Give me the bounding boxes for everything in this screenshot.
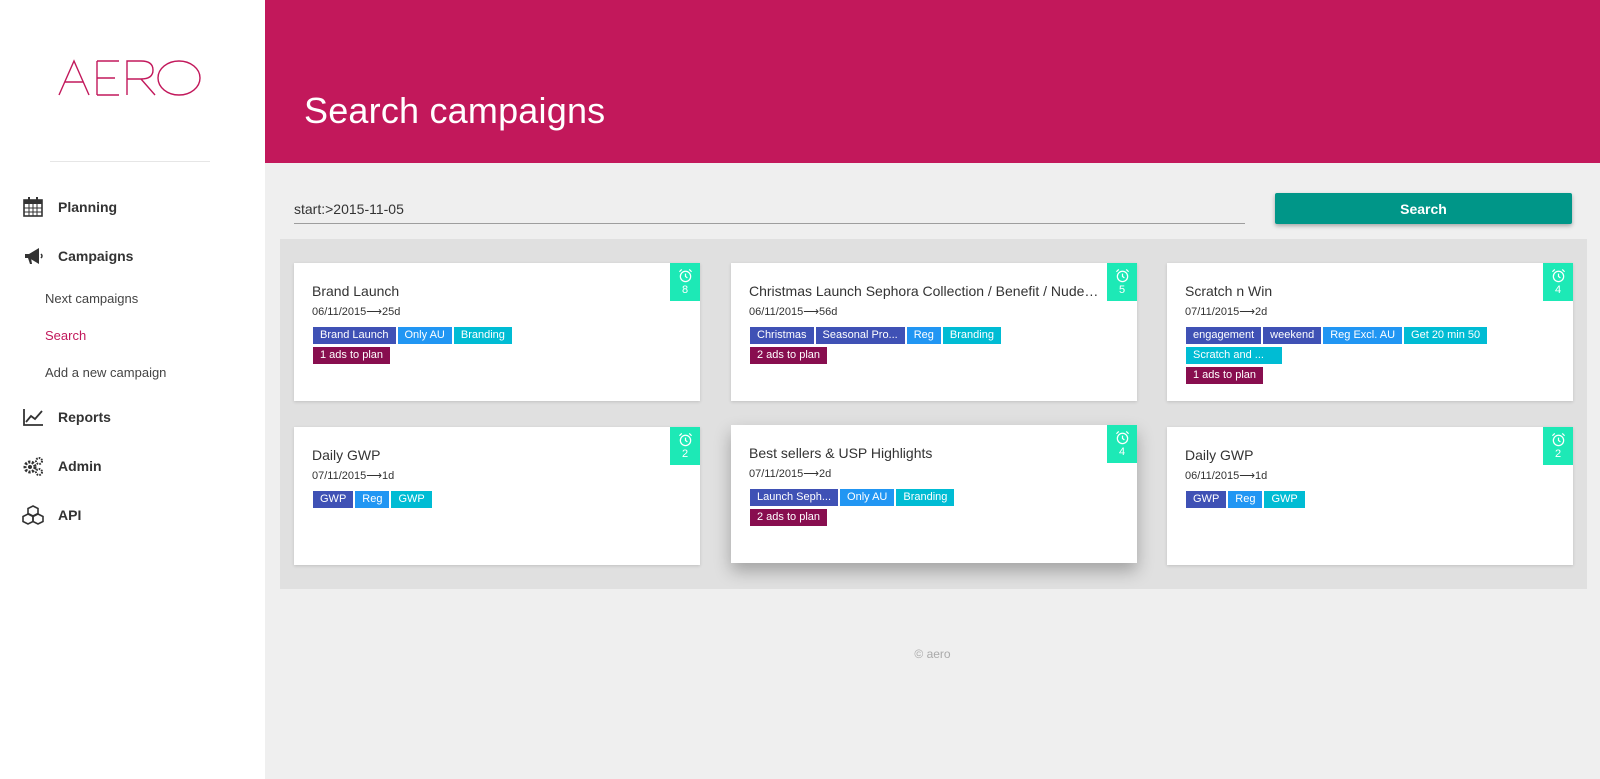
campaign-tag: Only AU xyxy=(840,489,895,506)
sidebar-item-campaigns[interactable]: Campaigns xyxy=(22,243,133,269)
alarm-count: 5 xyxy=(1118,284,1126,296)
alarm-count: 2 xyxy=(1554,448,1562,460)
campaign-title: Christmas Launch Sephora Collection / Be… xyxy=(749,283,1099,299)
alarm-count: 4 xyxy=(1118,446,1126,458)
campaign-tag: GWP xyxy=(313,491,354,508)
campaign-tag: Branding xyxy=(942,327,1001,344)
campaign-card[interactable]: Brand Launch 06/11/2015⟶25d Brand Launch… xyxy=(294,263,700,401)
campaign-dates: 07/11/2015⟶2d xyxy=(749,468,832,480)
sidebar-item-reports[interactable]: Reports xyxy=(22,404,111,430)
campaign-tag: Reg Excl. AU xyxy=(1323,327,1403,344)
campaign-dates: 06/11/2015⟶56d xyxy=(749,306,838,318)
campaign-title: Daily GWP xyxy=(1185,447,1254,463)
footer-copyright: © aero xyxy=(914,647,951,661)
campaign-tags: Christmas Seasonal Pro... Reg Branding xyxy=(750,327,1090,344)
campaign-tag: GWP xyxy=(1264,491,1305,508)
campaign-tag: Only AU xyxy=(397,327,452,344)
campaign-tag: GWP xyxy=(391,491,432,508)
sidebar-item-planning[interactable]: Planning xyxy=(22,194,117,220)
alarm-badge: 5 xyxy=(1107,263,1137,301)
sidebar-item-label: Planning xyxy=(58,199,118,215)
campaign-dates: 06/11/2015⟶25d xyxy=(312,306,401,318)
campaign-tag: Seasonal Pro... xyxy=(815,327,905,344)
alarm-clock-icon xyxy=(1115,430,1129,445)
campaign-tags: GWP Reg GWP xyxy=(313,491,653,508)
campaign-card[interactable]: Daily GWP 07/11/2015⟶1d GWP Reg GWP 2 xyxy=(294,427,700,565)
search-button[interactable]: Search xyxy=(1275,193,1572,224)
campaign-tag: Launch Seph... xyxy=(750,489,839,506)
ads-to-plan-badge: 2 ads to plan xyxy=(750,509,827,526)
alarm-clock-icon xyxy=(678,268,692,283)
campaign-card[interactable]: Christmas Launch Sephora Collection / Be… xyxy=(731,263,1137,401)
sidebar-subitem-add-campaign[interactable]: Add a new campaign xyxy=(45,365,166,380)
alarm-badge: 2 xyxy=(1543,427,1573,465)
sidebar-item-label: Reports xyxy=(58,409,111,425)
campaign-title: Best sellers & USP Highlights xyxy=(749,445,933,461)
ads-to-plan-badge: 1 ads to plan xyxy=(1186,367,1263,384)
campaign-card[interactable]: Daily GWP 06/11/2015⟶1d GWP Reg GWP 2 xyxy=(1167,427,1573,565)
alarm-count: 2 xyxy=(681,448,689,460)
campaign-tag: Scratch and ... xyxy=(1186,347,1282,364)
chart-icon xyxy=(22,406,44,428)
campaign-tags: engagement weekend Reg Excl. AU Get 20 m… xyxy=(1186,327,1526,364)
results-panel: Brand Launch 06/11/2015⟶25d Brand Launch… xyxy=(280,239,1587,589)
alarm-badge: 4 xyxy=(1543,263,1573,301)
calendar-icon xyxy=(22,196,44,218)
campaign-title: Daily GWP xyxy=(312,447,381,463)
campaign-tag: Branding xyxy=(896,489,955,506)
campaign-dates: 07/11/2015⟶1d xyxy=(312,470,395,482)
page-title: Search campaigns xyxy=(304,90,606,131)
aero-logo[interactable] xyxy=(57,58,203,98)
aero-logo-mark xyxy=(58,59,201,96)
sidebar-item-api[interactable]: API xyxy=(22,502,81,528)
sidebar-subitem-next-campaigns[interactable]: Next campaigns xyxy=(45,291,138,306)
campaign-tag: Reg xyxy=(355,491,390,508)
alarm-badge: 2 xyxy=(670,427,700,465)
campaign-tag: Reg xyxy=(1228,491,1263,508)
megaphone-icon xyxy=(22,245,44,267)
campaign-tags: Launch Seph... Only AU Branding xyxy=(750,489,1090,506)
alarm-clock-icon xyxy=(678,432,692,447)
logo-divider xyxy=(50,161,210,162)
sidebar-subitem-search[interactable]: Search xyxy=(45,328,86,343)
campaign-dates: 06/11/2015⟶1d xyxy=(1185,470,1268,482)
campaign-card[interactable]: Scratch n Win 07/11/2015⟶2d engagement w… xyxy=(1167,263,1573,401)
alarm-badge: 8 xyxy=(670,263,700,301)
campaign-tag: Reg xyxy=(906,327,941,344)
sidebar: Planning Campaigns Next campaigns Search… xyxy=(0,0,265,779)
search-input[interactable] xyxy=(294,195,1245,224)
campaign-tag: engagement xyxy=(1186,327,1262,344)
campaign-tag: Get 20 min 50 xyxy=(1404,327,1488,344)
campaign-title: Scratch n Win xyxy=(1185,283,1273,299)
alarm-count: 4 xyxy=(1554,284,1562,296)
alarm-clock-icon xyxy=(1551,268,1565,283)
sidebar-item-label: Campaigns xyxy=(58,248,134,264)
alarm-clock-icon xyxy=(1115,268,1129,283)
campaign-tag: Brand Launch xyxy=(313,327,396,344)
ads-to-plan-badge: 2 ads to plan xyxy=(750,347,827,364)
page-header: Search campaigns xyxy=(265,0,1600,163)
alarm-badge: 4 xyxy=(1107,425,1137,463)
cubes-icon xyxy=(22,504,44,526)
alarm-clock-icon xyxy=(1551,432,1565,447)
alarm-count: 8 xyxy=(681,284,689,296)
campaign-tags: Brand Launch Only AU Branding xyxy=(313,327,653,344)
gears-icon xyxy=(22,455,44,477)
campaign-card[interactable]: Best sellers & USP Highlights 07/11/2015… xyxy=(731,425,1137,563)
campaign-title: Brand Launch xyxy=(312,283,400,299)
campaign-tag: GWP xyxy=(1186,491,1227,508)
ads-to-plan-badge: 1 ads to plan xyxy=(313,347,390,364)
sidebar-item-admin[interactable]: Admin xyxy=(22,453,102,479)
sidebar-item-label: API xyxy=(58,507,82,523)
campaign-tags: GWP Reg GWP xyxy=(1186,491,1526,508)
campaign-dates: 07/11/2015⟶2d xyxy=(1185,306,1268,318)
sidebar-item-label: Admin xyxy=(58,458,102,474)
campaign-tag: weekend xyxy=(1263,327,1322,344)
campaign-tag: Branding xyxy=(453,327,512,344)
campaign-tag: Christmas xyxy=(750,327,814,344)
